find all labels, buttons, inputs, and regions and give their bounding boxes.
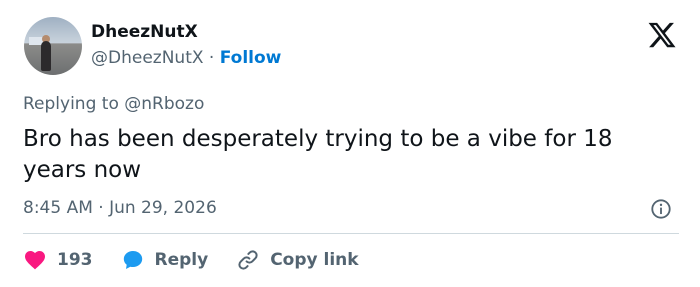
like-count: 193 — [57, 250, 93, 270]
tweet-timestamp[interactable]: 8:45 AM · Jun 29, 2026 — [23, 198, 217, 218]
reply-button[interactable]: Reply — [121, 248, 209, 272]
link-icon — [238, 250, 258, 270]
replying-to: Replying to @nRbozo — [23, 94, 204, 114]
x-logo-icon[interactable] — [647, 20, 677, 50]
reply-bubble-icon — [123, 251, 142, 269]
replying-mention[interactable]: @nRbozo — [124, 94, 204, 114]
like-button[interactable]: 193 — [23, 248, 93, 272]
copy-link-label: Copy link — [270, 250, 359, 270]
author-display-name[interactable]: DheezNutX — [91, 22, 198, 42]
avatar-figure — [41, 41, 51, 71]
avatar[interactable] — [24, 17, 82, 75]
replying-prefix: Replying to — [23, 94, 125, 114]
info-icon[interactable] — [650, 198, 672, 220]
heart-icon — [25, 251, 45, 270]
reply-label: Reply — [154, 250, 209, 270]
copy-link-button[interactable]: Copy link — [236, 248, 359, 272]
handle-row: @DheezNutX · Follow — [91, 48, 281, 68]
follow-button[interactable]: Follow — [220, 48, 282, 68]
author-handle[interactable]: @DheezNutX — [91, 48, 204, 68]
divider — [23, 233, 679, 234]
action-bar: 193 Reply Copy link — [23, 245, 387, 275]
separator: · — [203, 48, 220, 68]
tweet-text: Bro has been desperately trying to be a … — [23, 126, 613, 183]
